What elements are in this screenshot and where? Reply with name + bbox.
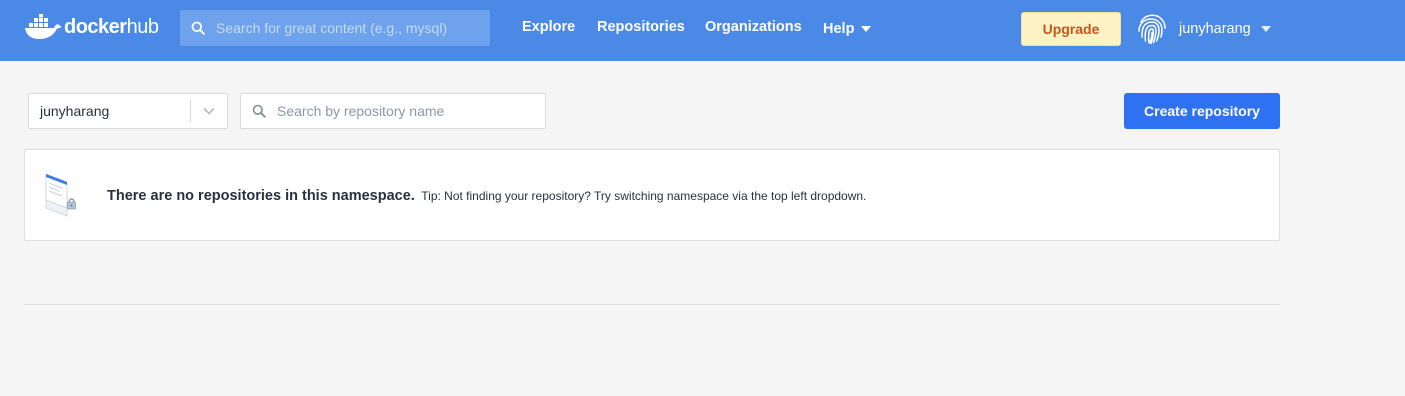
empty-repo-illustration	[45, 173, 76, 217]
global-search[interactable]	[180, 10, 490, 46]
user-menu[interactable]: junyharang	[1135, 11, 1271, 47]
caret-down-icon	[1260, 26, 1271, 32]
search-icon	[241, 94, 277, 128]
empty-state-tip: Tip: Not finding your repository? Try sw…	[421, 189, 867, 203]
nav-help-label: Help	[823, 21, 855, 37]
nav-explore[interactable]: Explore	[522, 19, 575, 39]
nav-organizations[interactable]: Organizations	[705, 19, 802, 39]
search-icon	[180, 10, 216, 46]
global-search-input[interactable]	[216, 10, 476, 46]
docker-hub-logo[interactable]: dockerhub	[24, 12, 159, 42]
upgrade-button[interactable]: Upgrade	[1021, 12, 1121, 46]
caret-down-icon	[861, 26, 872, 32]
nav-help-menu[interactable]: Help	[823, 19, 872, 39]
chevron-down-icon[interactable]	[191, 93, 227, 129]
repository-search[interactable]	[240, 93, 546, 129]
namespace-select[interactable]: junyharang	[28, 93, 228, 129]
empty-state-title: There are no repositories in this namesp…	[107, 188, 415, 204]
repository-search-input[interactable]	[277, 94, 537, 128]
nav-repositories[interactable]: Repositories	[597, 19, 685, 39]
empty-state-card: There are no repositories in this namesp…	[24, 149, 1280, 241]
docker-whale-icon	[25, 14, 62, 39]
logo-word-hub: hub	[126, 15, 159, 38]
empty-state-message: There are no repositories in this namesp…	[107, 187, 866, 205]
create-repository-button[interactable]: Create repository	[1124, 93, 1280, 129]
content-divider	[24, 304, 1280, 305]
fingerprint-avatar-icon	[1138, 14, 1166, 45]
logo-word-docker: docker	[64, 15, 127, 38]
namespace-value: junyharang	[40, 103, 110, 119]
username-label: junyharang	[1179, 21, 1251, 37]
top-nav-bar: dockerhub Explore Repositories Organizat…	[0, 0, 1405, 61]
